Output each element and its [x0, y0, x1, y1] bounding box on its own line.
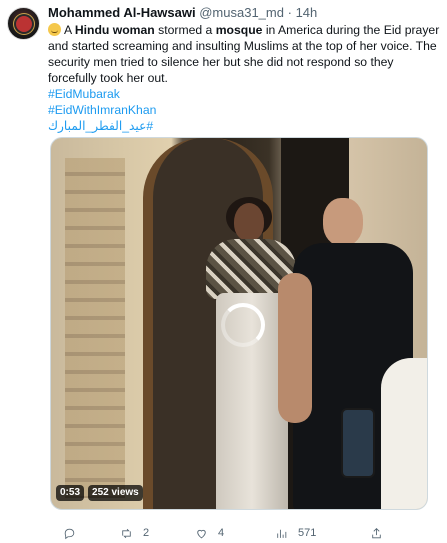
reply-icon [64, 528, 75, 539]
views-button[interactable]: 571 [275, 524, 316, 542]
tweet-header: Mohammed Al-Hawsawi @musa31_md · 14h [48, 5, 443, 21]
text-bold: Hindu woman [74, 23, 155, 37]
loading-spinner-icon [221, 303, 265, 347]
video-player[interactable]: 0:53 252 views [50, 137, 428, 510]
display-name[interactable]: Mohammed Al-Hawsawi [48, 5, 196, 20]
video-meta: 0:53 252 views [56, 485, 143, 501]
like-button[interactable]: 4 [195, 524, 224, 542]
share-icon [372, 527, 381, 538]
video-views: 252 views [88, 485, 143, 501]
phone-figure [341, 408, 375, 478]
text-part: A [64, 23, 75, 37]
retweet-icon [122, 528, 131, 538]
hashtag-link[interactable]: #عيد_الفطر_المبارك [48, 118, 440, 134]
retweet-count: 2 [143, 527, 150, 539]
arm [278, 273, 312, 423]
views-chart-icon [277, 529, 287, 538]
avatar-emblem [16, 16, 32, 32]
tweet-text: A Hindu woman stormed a mosque in Americ… [48, 22, 440, 134]
head [323, 198, 363, 246]
tweet: Mohammed Al-Hawsawi @musa31_md · 14h A H… [0, 0, 447, 543]
separator-dot: · [287, 5, 292, 20]
tweet-actions: 2 4 571 [48, 524, 443, 542]
bystander-figure [381, 358, 427, 509]
head [234, 203, 264, 241]
user-handle[interactable]: @musa31_md [199, 5, 284, 20]
reply-button[interactable] [63, 524, 86, 542]
text-part: stormed a [154, 23, 216, 37]
wall-ornament [65, 158, 125, 498]
hashtag-link[interactable]: #EidMubarak [48, 86, 440, 102]
smirking-face-icon [48, 23, 61, 36]
retweet-button[interactable]: 2 [120, 524, 149, 542]
like-count: 4 [218, 527, 225, 539]
views-count: 571 [298, 527, 317, 539]
heart-icon [197, 529, 206, 538]
video-duration: 0:53 [56, 485, 85, 501]
hashtag-link[interactable]: #EidWithImranKhan [48, 102, 440, 118]
share-button[interactable] [370, 524, 383, 542]
avatar[interactable] [7, 7, 40, 40]
text-bold: mosque [215, 23, 263, 37]
tweet-time[interactable]: 14h [296, 5, 318, 20]
